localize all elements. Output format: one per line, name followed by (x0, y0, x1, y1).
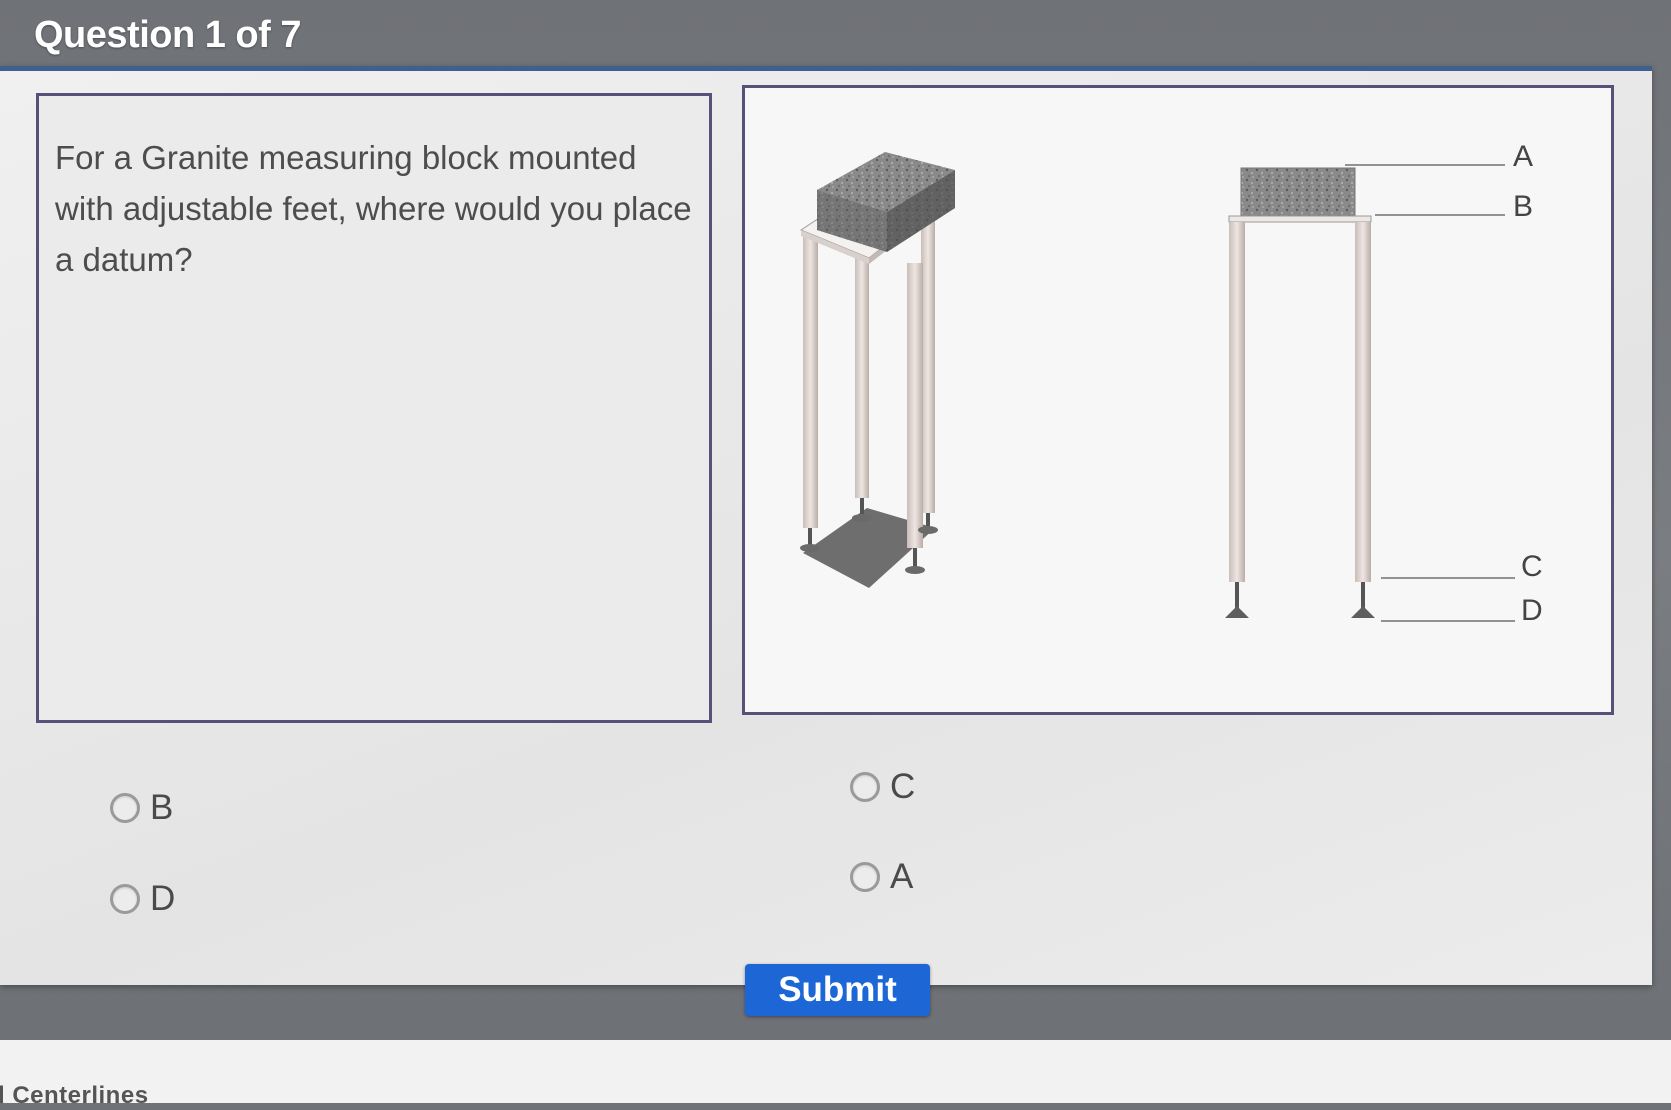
side-view-stand-drawing: A B C D (1225, 140, 1543, 627)
isometric-stand-drawing (799, 152, 955, 588)
radio-button-icon[interactable] (110, 793, 140, 823)
answer-option-label: C (890, 767, 916, 806)
radio-button-icon[interactable] (110, 884, 140, 914)
question-header-title: Question 1 of 7 (34, 14, 301, 56)
figure-label-d: D (1521, 594, 1543, 627)
figure-label-c: C (1521, 550, 1543, 583)
answer-option-label: B (150, 788, 174, 827)
question-text: For a Granite measuring block mounted wi… (55, 139, 692, 278)
radio-button-icon[interactable] (850, 772, 880, 802)
radio-button-icon[interactable] (850, 862, 880, 892)
answer-option-label: A (890, 857, 914, 896)
figure-label-b: B (1513, 190, 1533, 223)
answer-option-label: D (150, 879, 176, 918)
submit-button[interactable]: Submit (745, 964, 930, 1016)
question-figure: A B C D (742, 85, 1614, 715)
figure-label-a: A (1513, 140, 1533, 173)
lower-panel (0, 1040, 1671, 1103)
answer-option-b[interactable]: B (110, 788, 173, 828)
answer-option-c[interactable]: C (850, 767, 915, 807)
answer-option-d[interactable]: D (110, 879, 175, 919)
question-text-box: For a Granite measuring block mounted wi… (36, 93, 712, 723)
answer-option-a[interactable]: A (850, 857, 913, 897)
partial-footer-text: d Centerlines (0, 1082, 149, 1109)
question-card: For a Granite measuring block mounted wi… (0, 66, 1652, 985)
